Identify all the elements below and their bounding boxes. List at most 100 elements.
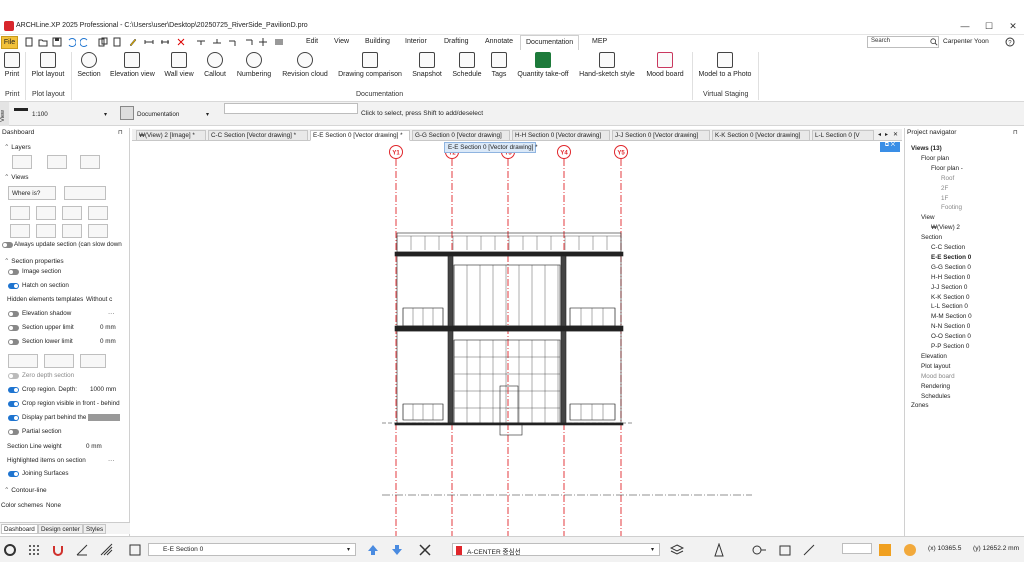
navigator-item[interactable]: Floor plan [921, 155, 949, 162]
hidden-templates-value[interactable]: Without c [86, 296, 112, 303]
undo-icon[interactable] [66, 37, 76, 47]
doc-tab-cc[interactable]: C-C Section [Vector drawing] * [208, 130, 308, 141]
navigator-item[interactable]: Zones [911, 402, 929, 409]
delete-icon[interactable] [176, 37, 186, 47]
upper-limit-value[interactable]: 0 mm [100, 324, 116, 331]
doc-tab-ee[interactable]: E-E Section 0 [Vector drawing] * [310, 130, 410, 141]
joining-row[interactable]: Joining Surfaces [0, 468, 128, 480]
crop-depth-value[interactable]: 1000 mm [90, 386, 116, 393]
display-mode-icon[interactable] [878, 543, 892, 557]
drawing-comparison-button[interactable]: Drawing comparison [338, 52, 402, 78]
maximize-button[interactable]: ☐ [982, 20, 996, 32]
tab-dashboard[interactable]: Dashboard [1, 524, 38, 534]
always-update-row[interactable]: Always update section (can slow down [0, 239, 128, 251]
measure-icon[interactable] [144, 37, 154, 47]
pen-tool-icon[interactable] [802, 543, 816, 557]
copy-icon[interactable] [98, 37, 108, 47]
lower-limit-value[interactable]: 0 mm [100, 338, 116, 345]
arrow-down-icon[interactable] [390, 543, 404, 557]
paste-icon[interactable] [112, 37, 122, 47]
partial-section-toggle[interactable] [8, 429, 19, 435]
navigator-item[interactable]: Floor plan - [931, 165, 963, 172]
brush-icon[interactable] [128, 37, 138, 47]
file-menu[interactable]: File [1, 36, 18, 49]
search-input[interactable]: Search [867, 36, 939, 48]
elevation-shadow-row[interactable]: Elevation shadow ··· [0, 308, 128, 320]
pen-nib-icon[interactable] [712, 543, 726, 557]
view-tool-4-icon[interactable] [88, 206, 108, 220]
menu-annotate[interactable]: Annotate [485, 38, 513, 45]
navigator-item[interactable]: N-N Section 0 [931, 323, 970, 330]
view-tool-3-icon[interactable] [62, 206, 82, 220]
navigator-item[interactable]: ₩(View) 2 [931, 224, 960, 231]
where-is-button[interactable]: Where is? [8, 186, 56, 200]
settings-gear-icon[interactable] [3, 543, 17, 557]
open-folder-icon[interactable] [38, 37, 48, 47]
navigator-pin-icon[interactable]: ⊓ [1013, 129, 1018, 136]
numbering-button[interactable]: Numbering [236, 52, 272, 78]
drawing-canvas[interactable]: Y1 Y2 Y3 Y4 Y5 ⧉ ✕ [132, 142, 902, 536]
magnet-snap-icon[interactable] [51, 543, 65, 557]
highlighted-more-icon[interactable]: ··· [108, 457, 114, 464]
command-input[interactable] [224, 103, 358, 114]
workspace-select[interactable]: Documentation [137, 111, 179, 118]
navigator-item[interactable]: Section [921, 234, 942, 241]
crop-depth-toggle[interactable] [8, 387, 19, 393]
arrow-up-icon[interactable] [366, 543, 380, 557]
customize-icon[interactable] [274, 37, 284, 47]
tab-scroll-right-icon[interactable]: ▸ [885, 131, 888, 138]
add-point-icon[interactable] [258, 37, 268, 47]
section-properties-header[interactable]: Section properties [0, 256, 130, 266]
highlighted-row[interactable]: Highlighted items on section ··· [0, 455, 128, 467]
menu-building[interactable]: Building [365, 38, 390, 45]
contour-header[interactable]: Contour-line [0, 485, 130, 495]
navigator-item[interactable]: Footing [941, 204, 962, 211]
callout-button[interactable]: Callout [202, 52, 228, 78]
doc-tab-ll[interactable]: L-L Section 0 [V [812, 130, 874, 141]
hidden-templates-row[interactable]: Hidden elements templates Without c [0, 294, 128, 306]
dimension-icon[interactable] [160, 37, 170, 47]
menu-documentation[interactable]: Documentation [520, 35, 580, 50]
upper-limit-row[interactable]: Section upper limit 0 mm [0, 322, 128, 334]
workspace-dropdown[interactable]: ▾ [206, 111, 209, 118]
3d-view-icon[interactable] [128, 543, 142, 557]
model-to-photo-button[interactable]: Model to a Photo [697, 52, 753, 78]
navigator-item[interactable]: 2F [941, 185, 948, 192]
restore-window-icon[interactable]: ⧉ ✕ [880, 142, 900, 152]
schedule-button[interactable]: Schedule [452, 52, 482, 78]
crop-visible-row[interactable]: Crop region visible in front - behind [0, 398, 128, 410]
always-update-toggle[interactable] [2, 242, 13, 248]
view-tool-6-icon[interactable] [36, 224, 56, 238]
hand-sketch-style-button[interactable]: Hand-sketch style [579, 52, 635, 78]
section-tool-2-icon[interactable] [44, 354, 74, 368]
search-icon[interactable] [930, 38, 938, 46]
menu-drafting[interactable]: Drafting [444, 38, 469, 45]
line-weight-row[interactable]: Section Line weight 0 mm [0, 441, 128, 453]
upper-limit-toggle[interactable] [8, 325, 19, 331]
navigator-item[interactable]: J-J Section 0 [931, 284, 967, 291]
navigator-item[interactable]: Views (13) [911, 145, 942, 152]
color-schemes-row[interactable]: Color schemes None [0, 500, 128, 512]
hatch-row[interactable]: Hatch on section [0, 280, 128, 292]
image-section-toggle[interactable] [8, 269, 19, 275]
doc-tab-jj[interactable]: J-J Section 0 [Vector drawing] [612, 130, 710, 141]
tab-scroll-left-icon[interactable]: ◂ [878, 131, 881, 138]
wall-view-button[interactable]: Wall view [164, 52, 194, 78]
user-name[interactable]: Carpenter Yoon [943, 38, 989, 45]
navigator-item[interactable]: Roof [941, 175, 954, 182]
partial-section-row[interactable]: Partial section [0, 426, 128, 438]
tools-icon[interactable] [418, 543, 432, 557]
layer-tool-1-icon[interactable] [12, 155, 32, 169]
navigator-item[interactable]: O-O Section 0 [931, 333, 971, 340]
mood-board-button[interactable]: Mood board [644, 52, 686, 78]
new-file-icon[interactable] [24, 37, 34, 47]
elevation-view-button[interactable]: Elevation view [110, 52, 155, 78]
layers-header[interactable]: Layers [0, 142, 130, 152]
navigator-item[interactable]: K-K Section 0 [931, 294, 970, 301]
navigator-item[interactable]: Schedules [921, 393, 950, 400]
snap-distance-input[interactable] [842, 543, 872, 554]
section-button[interactable]: Section [76, 52, 102, 78]
navigator-item[interactable]: Plot layout [921, 363, 950, 370]
scale-value[interactable]: 1:100 [32, 111, 48, 118]
display-behind-row[interactable]: Display part behind the [0, 412, 128, 424]
